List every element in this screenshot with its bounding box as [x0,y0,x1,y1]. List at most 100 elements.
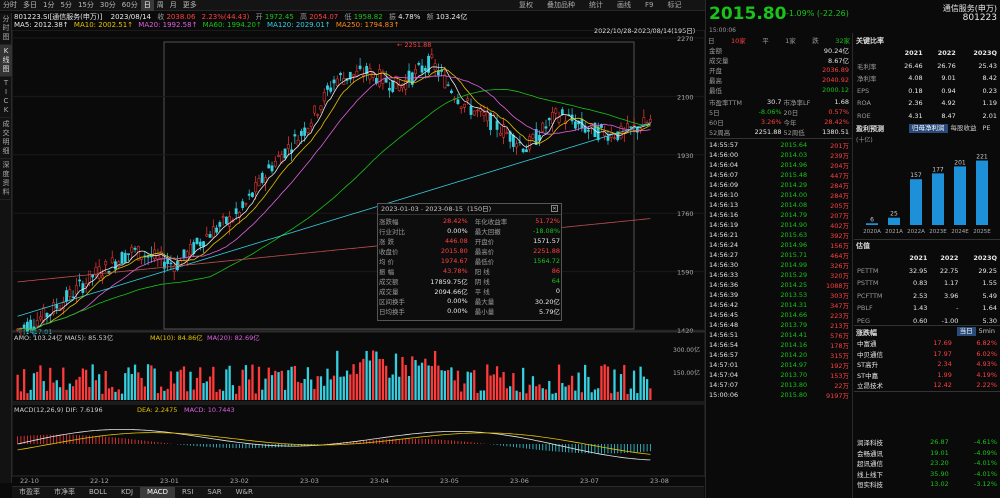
amo-bar [91,364,94,400]
period-tab[interactable]: 日 [140,0,154,11]
stats-date-from[interactable]: 2023-01-03 [381,205,419,213]
forecast-tab[interactable]: 归母净利润 [909,124,948,133]
period-tab[interactable]: 1分 [40,0,57,11]
period-tab[interactable]: 分时 [0,0,20,11]
mover-name[interactable]: 超讯通信 [856,458,910,469]
amo-bar [42,381,45,400]
amo-bar [120,393,124,400]
candle-body [182,249,186,258]
indicator-tab[interactable]: KDJ [114,487,140,498]
mover-row[interactable]: 立昂技术 12.42 2.22% [856,380,998,391]
left-tab[interactable]: TICK [0,77,12,118]
forecast-tab[interactable]: 每股收益 [948,124,980,133]
mover-row[interactable]: 润泽科技 26.87 -4.61% [856,437,998,448]
amo-bar [554,392,557,400]
toolbar-button[interactable]: 统计 [582,0,610,11]
indicator-tab[interactable]: 市盈率 [12,487,47,498]
period-tab[interactable]: 5分 [57,0,74,11]
amo-bar [463,383,466,400]
amo-bar [283,389,287,400]
candle-body [313,105,316,114]
mover-name[interactable]: 恒实科技 [856,479,910,490]
candle-body [251,192,254,197]
indicator-tab[interactable]: BOLL [82,487,114,498]
kline-chart-area[interactable]: 227021001930176015901420← 2251.88← 1417.… [12,30,705,485]
stats-label: 阴 线 [474,278,490,286]
toolbar-button[interactable]: 复权 [512,0,540,11]
indicator-tab[interactable]: 市净率 [47,487,82,498]
amo-bar [313,388,316,400]
mover-price: 2.34 [937,360,952,369]
tick-row: 14:56:45 2014.66 223万 [708,310,850,320]
tick-row: 14:56:04 2014.96 204万 [708,160,850,170]
stats-date-to[interactable]: 2023-08-15 [425,205,463,213]
candle-body [443,74,447,89]
close-icon[interactable]: ✕ [551,205,558,212]
mover-name[interactable]: ST中嘉 [856,370,912,381]
left-tab[interactable]: 深度资料 [0,159,12,200]
mover-name[interactable]: 中富通 [856,338,912,349]
mover-row[interactable]: 线上线下 35.90 -4.01% [856,469,998,480]
mover-row[interactable]: 中贝通信 17.97 6.02% [856,349,998,360]
tick-price: 2015.80 [780,391,808,399]
candle-body [430,54,434,58]
ratio-value: 1.17 [943,279,959,288]
candle-body [127,253,130,255]
mover-row[interactable]: 超讯通信 23.20 -4.01% [856,458,998,469]
mover-name[interactable]: 中贝通信 [856,349,912,360]
mover-row[interactable]: 会畅通讯 19.01 -4.09% [856,448,998,459]
mover-name[interactable]: 会畅通讯 [856,448,910,459]
period-tab[interactable]: 更多 [180,0,200,11]
tick-price: 2013.53 [780,291,808,299]
amo-bar [202,383,205,400]
forecast-tab[interactable]: PE [980,124,994,133]
left-tab[interactable]: 成交明细 [0,118,12,159]
amo-tick-label: 300.00亿 [673,346,700,354]
period-tab[interactable]: 60分 [119,0,141,11]
indicator-tab[interactable]: W&R [229,487,260,498]
return-label: 20日 [783,109,799,117]
amo-bar [98,374,101,400]
mover-name[interactable]: 润泽科技 [856,437,910,448]
price-tick-label: 2270 [677,35,694,43]
ratio-value: 9.01 [941,74,956,83]
mover-row[interactable]: ST中嘉 1.99 4.19% [856,370,998,381]
forecast-value-label: 221 [976,154,988,161]
indicator-tab[interactable]: MACD [140,487,176,498]
period-tab[interactable]: 多日 [20,0,40,11]
toolbar-button[interactable]: 标记 [660,0,688,11]
candle-body [378,69,382,87]
forecast-category-label: 2022A [907,229,925,235]
indicator-tab[interactable]: SAR [200,487,228,498]
period-tab[interactable]: 周 [154,0,167,11]
period-tab[interactable]: 15分 [75,0,97,11]
toolbar-button[interactable]: 画线 [610,0,638,11]
mover-name[interactable]: 立昂技术 [856,380,912,391]
amo-bar [440,370,443,400]
period-tab[interactable]: 月 [167,0,180,11]
toolbar-button[interactable]: F9 [638,0,660,11]
indicator-tab[interactable]: RSI [175,487,200,498]
left-tab[interactable]: 分时图 [0,13,12,45]
mover-name[interactable]: 线上线下 [856,469,910,480]
movers-tab[interactable]: 当日 [956,327,976,336]
mover-row[interactable]: 中富通 17.69 6.82% [856,338,998,349]
mover-row[interactable]: 恒实科技 13.02 -3.12% [856,479,998,490]
forecast-tabs: 归母净利润 每股收益 PE [909,124,994,133]
stats-value: 1974.67 [440,257,468,265]
movers-tab[interactable]: 5min [976,327,998,336]
period-tab[interactable]: 30分 [97,0,119,11]
amo-bar [574,390,577,400]
price-tick-label: 1590 [677,269,694,277]
candle-body [489,112,492,130]
stats-label: 成交额 [379,278,399,286]
candle-body [273,160,277,167]
left-tab[interactable]: K线图 [0,45,12,77]
candle-body [192,242,196,254]
toolbar-button[interactable]: 叠加品种 [540,0,582,11]
mover-name[interactable]: ST高升 [856,359,912,370]
mover-row[interactable]: ST高升 2.34 4.93% [856,359,998,370]
key-ratio-row: ROA 2.36 4.92 1.19 [856,97,998,110]
forecast-title: 盈利预测 [856,125,884,133]
amo-bar [411,356,414,400]
